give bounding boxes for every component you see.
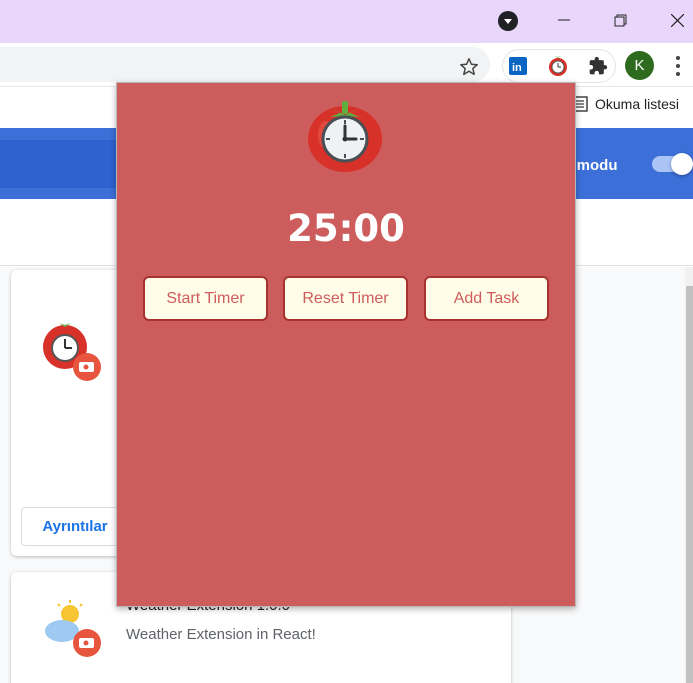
pomodoro-extension-icon[interactable] [547,55,569,77]
add-task-button[interactable]: Add Task [424,276,549,321]
svg-text:in: in [512,62,522,74]
reading-list-label: Okuma listesi [595,96,680,112]
developer-mode-toggle-knob[interactable] [671,153,693,175]
pomodoro-tomato-clock-icon [306,95,384,173]
header-search-area [0,140,120,188]
reset-timer-button[interactable]: Reset Timer [283,276,408,321]
weather-extension-description: Weather Extension in React! [126,626,316,643]
pomodoro-card-icon [42,322,104,389]
profile-avatar[interactable]: K [625,51,654,80]
weather-card-icon [42,600,104,667]
profile-dropdown-icon[interactable] [498,11,518,31]
restore-button[interactable] [597,0,643,40]
start-timer-button[interactable]: Start Timer [143,276,268,321]
details-button[interactable]: Ayrıntılar [21,507,129,546]
scrollbar-thumb[interactable] [686,286,693,683]
close-button[interactable] [654,0,693,40]
title-bar [0,0,693,43]
timer-display: 25:00 [287,207,405,250]
menu-icon[interactable] [672,54,684,78]
extensions-puzzle-icon[interactable] [587,55,609,77]
reading-list-button[interactable]: Okuma listesi [572,96,679,112]
address-bar[interactable] [0,47,490,82]
linkedin-icon[interactable]: in [507,55,529,77]
bookmark-star-icon[interactable] [458,56,480,78]
minimize-button[interactable] [541,0,587,40]
